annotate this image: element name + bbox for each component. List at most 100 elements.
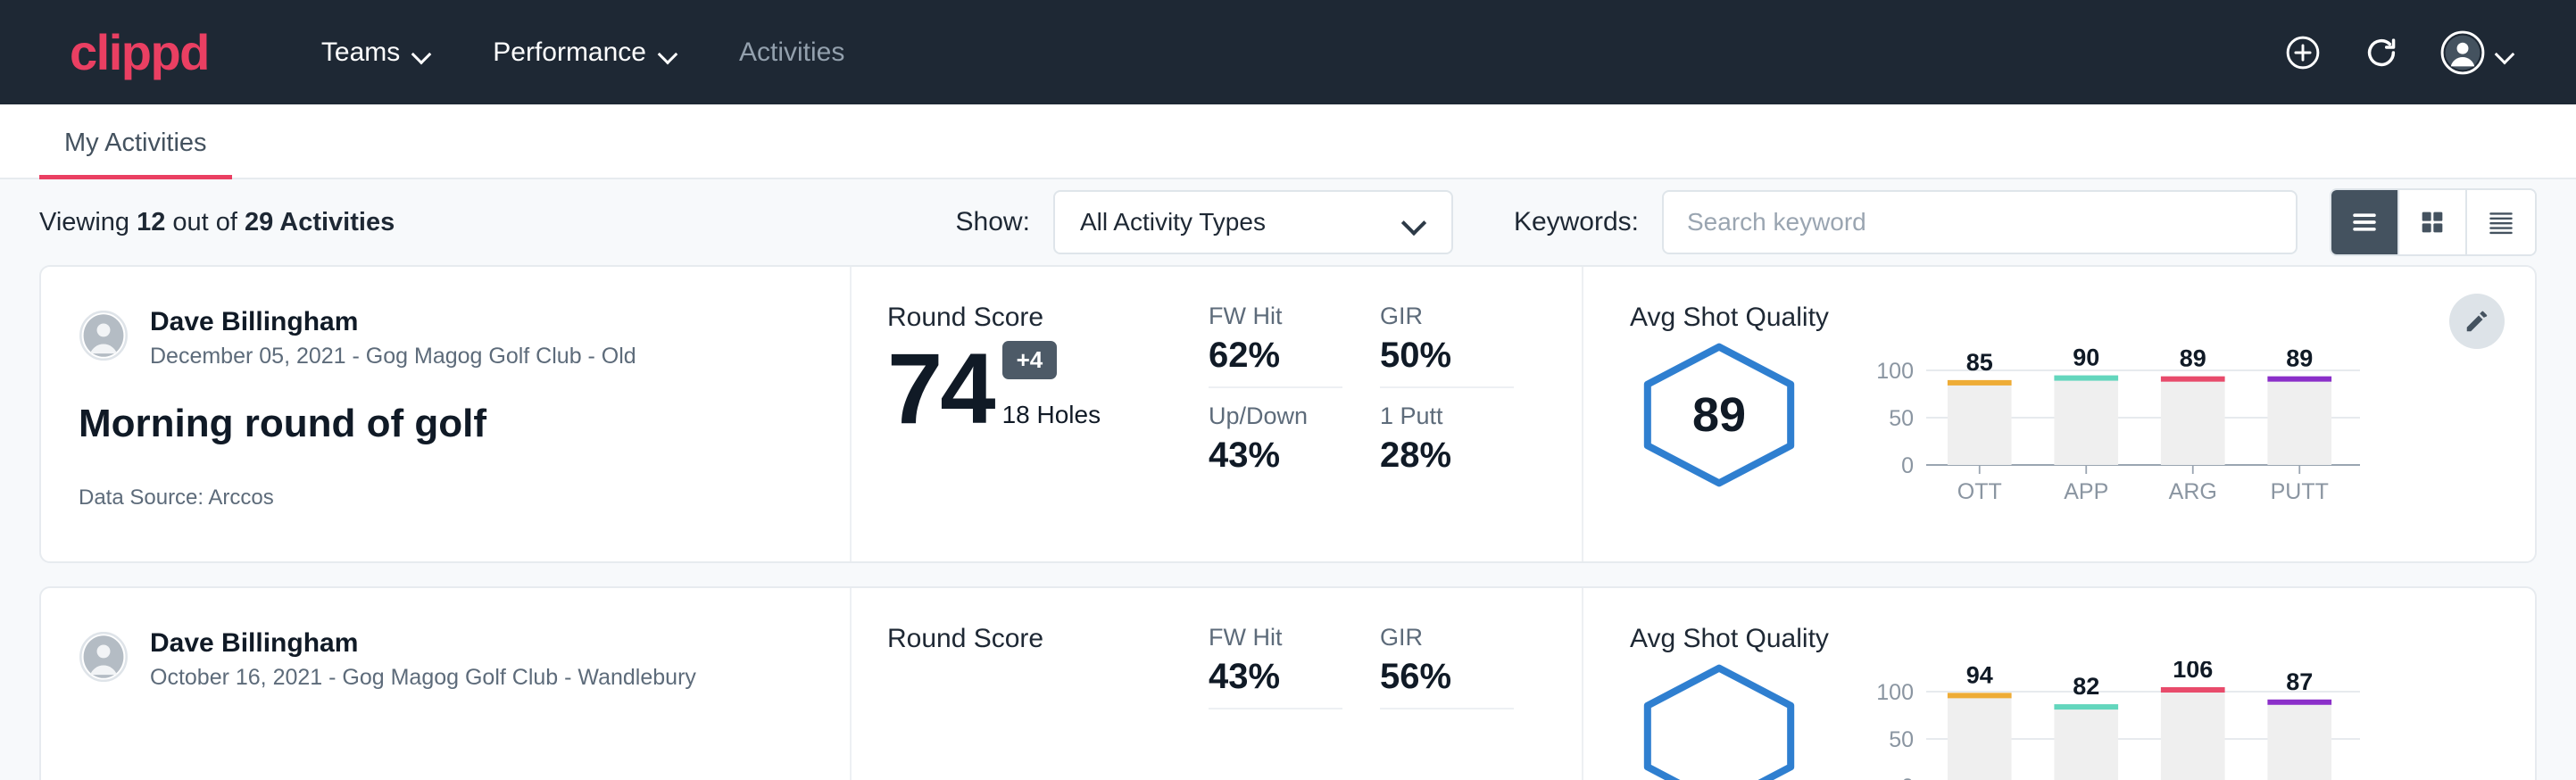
svg-text:PUTT: PUTT — [2271, 479, 2329, 504]
search-input[interactable] — [1687, 208, 2273, 236]
activity-card[interactable]: Dave Billingham December 05, 2021 - Gog … — [39, 265, 2537, 563]
activity-type-select[interactable]: All Activity Types — [1053, 190, 1453, 254]
account-avatar-icon — [2440, 30, 2485, 75]
avg-shot-quality-section: Avg Shot Quality 05010094OTT82APP106ARG8… — [1583, 588, 2535, 780]
show-label: Show: — [956, 207, 1030, 237]
nav-item-performance[interactable]: Performance — [462, 37, 709, 68]
quality-score-value: 89 — [1630, 340, 1808, 490]
svg-text:89: 89 — [2286, 345, 2313, 372]
svg-text:106: 106 — [2173, 661, 2213, 683]
filter-controls: Show: All Activity Types Keywords: — [956, 188, 2537, 256]
viewing-total: 29 Activities — [245, 208, 395, 236]
tab-label: My Activities — [64, 129, 207, 157]
score-to-par-badge: +4 — [1002, 341, 1058, 379]
player-identity: Dave Billingham October 16, 2021 - Gog M… — [150, 627, 696, 691]
player-name: Dave Billingham — [150, 627, 696, 660]
round-score-row: 74 +4 18 Holes — [887, 336, 1209, 442]
svg-text:0: 0 — [1901, 453, 1914, 478]
svg-text:90: 90 — [2073, 344, 2099, 371]
svg-text:94: 94 — [1966, 661, 1993, 688]
svg-text:OTT: OTT — [1957, 479, 2002, 504]
round-score-label: Round Score — [887, 624, 1209, 654]
quality-score-value — [1630, 661, 1808, 780]
keywords-label: Keywords: — [1514, 207, 1639, 237]
activity-card[interactable]: Dave Billingham October 16, 2021 - Gog M… — [39, 586, 2537, 780]
player-name: Dave Billingham — [150, 306, 636, 338]
player-identity: Dave Billingham December 05, 2021 - Gog … — [150, 306, 636, 369]
quality-hexagon: 89 — [1630, 340, 1808, 490]
activity-title: Morning round of golf — [79, 402, 850, 446]
round-score-label: Round Score — [887, 303, 1209, 333]
quality-hexagon — [1630, 661, 1808, 780]
stat-value: 28% — [1380, 436, 1542, 476]
stat-label: FW Hit — [1209, 303, 1342, 330]
main-nav: Teams Performance Activities — [291, 37, 875, 68]
compact-view-button[interactable] — [2467, 190, 2535, 254]
svg-text:50: 50 — [1889, 406, 1914, 431]
tab-my-activities[interactable]: My Activities — [39, 129, 232, 178]
stats-grid: FW Hit 62% GIR 50% Up/Down 43% 1 Putt 28… — [1209, 267, 1583, 561]
stat-value: 62% — [1209, 336, 1342, 376]
nav-item-label: Activities — [739, 37, 844, 68]
top-navigation-bar: clippd Teams Performance Activities — [0, 0, 2576, 104]
svg-text:50: 50 — [1889, 727, 1914, 752]
viewing-summary: Viewing 12 out of 29 Activities — [39, 208, 395, 237]
player-header: Dave Billingham October 16, 2021 - Gog M… — [79, 627, 850, 691]
avg-shot-quality-body: 89 05010085OTT90APP89ARG89PUTT — [1630, 340, 2535, 502]
view-mode-toggle — [2330, 188, 2537, 256]
activity-list: Dave Billingham December 05, 2021 - Gog … — [0, 265, 2576, 780]
svg-text:85: 85 — [1966, 349, 1993, 376]
stat-up-down: Up/Down 43% — [1209, 402, 1371, 476]
activity-type-value: All Activity Types — [1080, 208, 1266, 236]
shot-quality-bar-chart: 05010094OTT82APP106ARG87PUTT — [1860, 661, 2535, 780]
stat-label: Up/Down — [1209, 402, 1371, 430]
stat-value: 43% — [1209, 436, 1371, 476]
nav-item-teams[interactable]: Teams — [291, 37, 462, 68]
viewing-middle: out of — [165, 208, 245, 236]
edit-activity-button[interactable] — [2449, 294, 2505, 349]
avg-shot-quality-label: Avg Shot Quality — [1630, 624, 2535, 654]
svg-text:87: 87 — [2286, 668, 2313, 695]
activity-meta: October 16, 2021 - Gog Magog Golf Club -… — [150, 665, 696, 691]
nav-item-label: Teams — [321, 37, 400, 68]
avg-shot-quality-body: 05010094OTT82APP106ARG87PUTT — [1630, 661, 2535, 780]
chevron-down-icon — [1403, 217, 1426, 228]
stat-fw-hit: FW Hit 62% — [1209, 303, 1342, 388]
stats-grid: FW Hit 43% GIR 56% — [1209, 588, 1583, 780]
topbar-actions — [2283, 30, 2533, 75]
round-score-value: 74 — [887, 336, 993, 442]
account-menu[interactable] — [2440, 30, 2515, 75]
stat-value: 56% — [1380, 657, 1514, 697]
avatar — [79, 632, 129, 686]
activity-info: Dave Billingham October 16, 2021 - Gog M… — [41, 588, 852, 780]
activity-meta: December 05, 2021 - Gog Magog Golf Club … — [150, 344, 636, 369]
chevron-down-icon — [412, 47, 432, 58]
viewing-count: 12 — [137, 208, 165, 236]
avg-shot-quality-label: Avg Shot Quality — [1630, 303, 2535, 333]
stat-value: 43% — [1209, 657, 1342, 697]
viewing-prefix: Viewing — [39, 208, 137, 236]
svg-text:0: 0 — [1901, 775, 1914, 780]
round-score-section: Round Score 74 +4 18 Holes — [852, 267, 1209, 561]
svg-text:82: 82 — [2073, 673, 2099, 700]
tab-strip: My Activities — [0, 104, 2576, 179]
clippd-logo[interactable]: clippd — [70, 28, 209, 78]
nav-item-label: Performance — [493, 37, 646, 68]
stat-gir: GIR 50% — [1380, 303, 1514, 388]
svg-text:ARG: ARG — [2169, 479, 2217, 504]
stat-label: GIR — [1380, 624, 1514, 651]
stat-value: 50% — [1380, 336, 1514, 376]
nav-item-activities[interactable]: Activities — [709, 37, 875, 68]
refresh-icon[interactable] — [2362, 33, 2401, 72]
list-view-button[interactable] — [2331, 190, 2399, 254]
plus-circle-icon[interactable] — [2283, 33, 2323, 72]
svg-text:89: 89 — [2180, 345, 2206, 372]
holes-played: 18 Holes — [1002, 401, 1101, 429]
grid-view-button[interactable] — [2399, 190, 2467, 254]
chevron-down-icon — [2496, 47, 2515, 58]
svg-text:100: 100 — [1876, 680, 1914, 705]
round-score-section: Round Score — [852, 588, 1209, 780]
avg-shot-quality-section: Avg Shot Quality 89 05010085OTT90APP89AR… — [1583, 267, 2535, 561]
chevron-down-icon — [659, 47, 678, 58]
stat-one-putt: 1 Putt 28% — [1380, 402, 1542, 476]
